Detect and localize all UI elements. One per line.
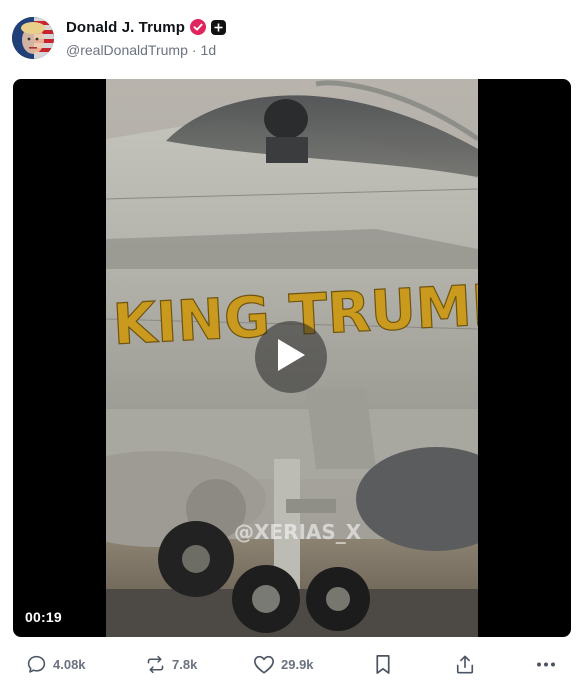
repost-icon xyxy=(145,654,166,675)
repost-button[interactable]: 7.8k xyxy=(145,654,197,675)
share-icon xyxy=(455,654,475,675)
like-button[interactable]: 29.9k xyxy=(253,654,314,675)
reply-count: 4.08k xyxy=(53,657,86,672)
reply-icon xyxy=(26,654,47,675)
more-button[interactable] xyxy=(536,654,556,675)
play-icon xyxy=(276,338,306,377)
video-watermark: @XERIAS_X xyxy=(234,520,362,544)
plus-icon xyxy=(211,19,227,35)
post-time[interactable]: 1d xyxy=(201,42,217,58)
author-handle[interactable]: @realDonaldTrump xyxy=(66,42,188,58)
bookmark-button[interactable] xyxy=(374,654,392,675)
like-icon xyxy=(253,654,275,675)
play-button[interactable] xyxy=(255,321,327,393)
video-player[interactable]: KING TRUMP @XERIAS_X 00:19 xyxy=(13,79,571,637)
more-icon xyxy=(536,654,556,675)
post-header: Donald J. Trump @realDonaldTrump · 1d xyxy=(0,0,585,72)
avatar[interactable] xyxy=(12,17,54,59)
author-display-name[interactable]: Donald J. Trump xyxy=(66,19,185,36)
like-count: 29.9k xyxy=(281,657,314,672)
post-actions: 4.08k 7.8k 29.9k xyxy=(0,648,585,682)
verified-icon xyxy=(190,19,207,35)
separator: · xyxy=(191,42,197,58)
author-handle-row: @realDonaldTrump · 1d xyxy=(66,42,216,58)
repost-count: 7.8k xyxy=(172,657,198,672)
share-button[interactable] xyxy=(455,654,475,675)
video-duration: 00:19 xyxy=(25,609,62,625)
bookmark-icon xyxy=(374,654,392,675)
author-name-row: Donald J. Trump xyxy=(66,17,227,37)
reply-button[interactable]: 4.08k xyxy=(26,654,86,675)
